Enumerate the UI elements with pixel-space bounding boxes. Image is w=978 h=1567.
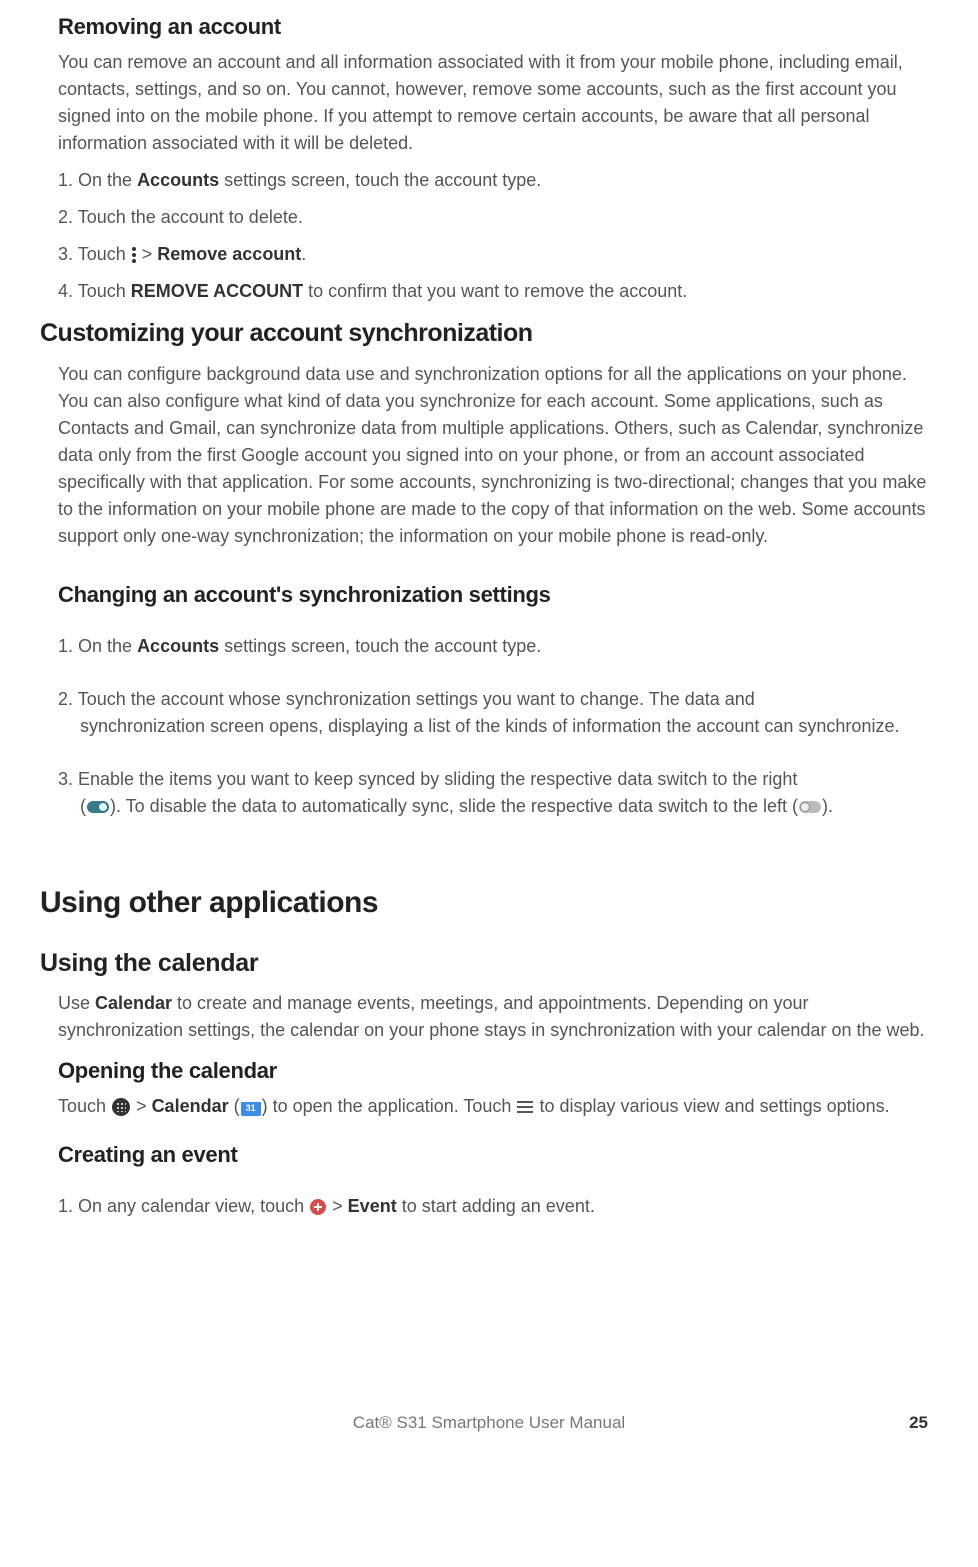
text: Use: [58, 993, 95, 1013]
text: 1. On the: [58, 636, 137, 656]
bold-accounts: Accounts: [137, 170, 219, 190]
create-event-step1: 1. On any calendar view, touch > Event t…: [58, 1193, 938, 1220]
switch-on-icon: [87, 801, 109, 813]
apps-icon: [112, 1098, 130, 1116]
text: synchronization screen opens, displaying…: [58, 713, 938, 740]
heading-using-other-apps: Using other applications: [40, 880, 938, 925]
text: ).: [822, 796, 833, 816]
heading-customizing-sync: Customizing your account synchronization: [40, 315, 938, 353]
sync-step2: 2. Touch the account whose synchronizati…: [58, 686, 938, 740]
text: to start adding an event.: [397, 1196, 595, 1216]
text: 1. On any calendar view, touch: [58, 1196, 309, 1216]
bold-calendar: Calendar: [152, 1096, 229, 1116]
text: >: [131, 1096, 152, 1116]
text: 3. Touch: [58, 244, 131, 264]
text: >: [327, 1196, 348, 1216]
text: ). To disable the data to automatically …: [110, 796, 798, 816]
para-calendar-intro: Use Calendar to create and manage events…: [58, 990, 938, 1044]
heading-opening-calendar: Opening the calendar: [58, 1054, 938, 1087]
removing-step3: 3. Touch > Remove account.: [58, 241, 938, 268]
para-opening-calendar: Touch > Calendar (31) to open the applic…: [58, 1093, 938, 1120]
switch-off-icon: [799, 801, 821, 813]
text: 1. On the: [58, 170, 137, 190]
para-customizing-intro: You can configure background data use an…: [58, 361, 938, 550]
text: (: [229, 1096, 240, 1116]
sync-step1: 1. On the Accounts settings screen, touc…: [58, 633, 938, 660]
text: Touch: [58, 1096, 111, 1116]
text: to confirm that you want to remove the a…: [303, 281, 687, 301]
heading-removing-account: Removing an account: [58, 10, 938, 43]
page-number: 25: [868, 1410, 928, 1436]
text: >: [137, 244, 158, 264]
calendar-icon: 31: [241, 1098, 261, 1116]
text: settings screen, touch the account type.: [219, 170, 541, 190]
bold-remove-account: Remove account: [157, 244, 301, 264]
hamburger-icon: [517, 1098, 533, 1116]
para-removing-intro: You can remove an account and all inform…: [58, 49, 938, 157]
removing-step2: 2. Touch the account to delete.: [58, 204, 938, 231]
bold-calendar: Calendar: [95, 993, 172, 1013]
text: ) to open the application. Touch: [262, 1096, 517, 1116]
bold-remove-account-confirm: REMOVE ACCOUNT: [131, 281, 303, 301]
plus-icon: [310, 1199, 326, 1215]
text: to create and manage events, meetings, a…: [58, 993, 925, 1040]
footer-title: Cat® S31 Smartphone User Manual: [110, 1410, 868, 1436]
heading-creating-event: Creating an event: [58, 1138, 938, 1171]
text: settings screen, touch the account type.: [219, 636, 541, 656]
removing-step1: 1. On the Accounts settings screen, touc…: [58, 167, 938, 194]
text: 3. Enable the items you want to keep syn…: [58, 769, 797, 789]
removing-step4: 4. Touch REMOVE ACCOUNT to confirm that …: [58, 278, 938, 305]
text: to display various view and settings opt…: [534, 1096, 889, 1116]
text: 4. Touch: [58, 281, 131, 301]
bold-accounts: Accounts: [137, 636, 219, 656]
page-footer: Cat® S31 Smartphone User Manual 25: [40, 1410, 938, 1436]
sync-step3: 3. Enable the items you want to keep syn…: [58, 766, 938, 820]
heading-using-calendar: Using the calendar: [40, 945, 938, 983]
heading-changing-sync-settings: Changing an account's synchronization se…: [58, 578, 938, 611]
kebab-icon: [132, 245, 136, 265]
text: 2. Touch the account whose synchronizati…: [58, 689, 755, 709]
text: .: [301, 244, 306, 264]
bold-event: Event: [348, 1196, 397, 1216]
text: (: [80, 796, 86, 816]
